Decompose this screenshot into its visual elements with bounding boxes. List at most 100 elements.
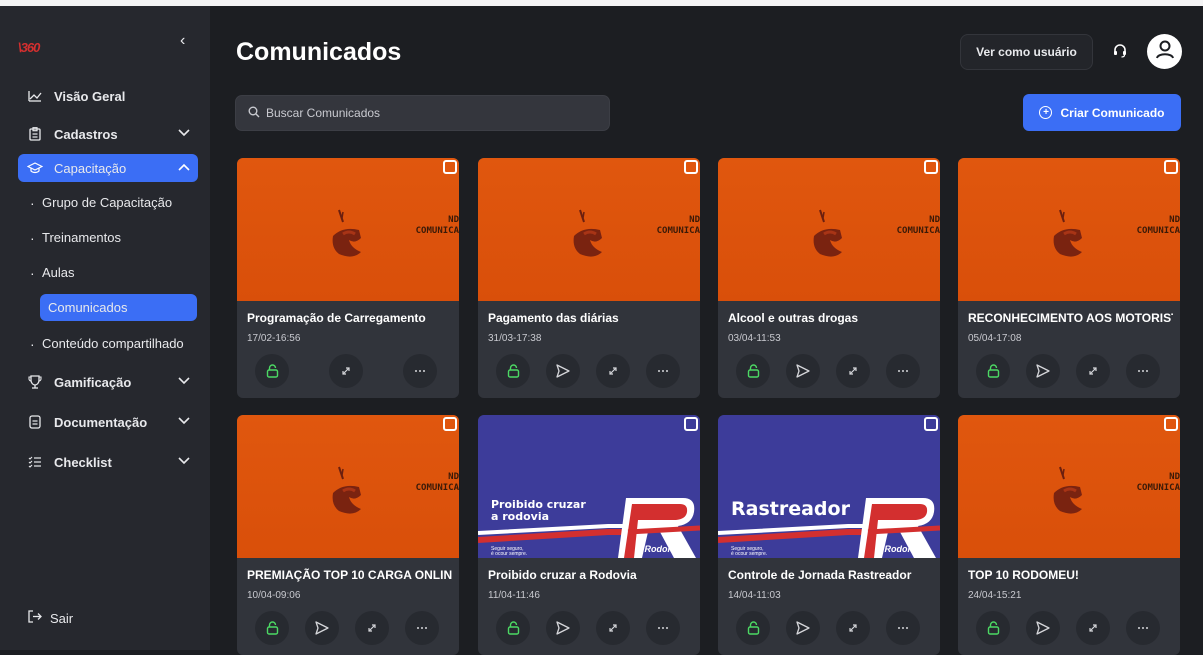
thumbnail-slogan: Seguir seguro, é ocour sempre. — [491, 546, 528, 557]
lock-button[interactable] — [976, 354, 1010, 388]
announcement-card[interactable]: ND COMUNICA Pagamento das diárias 31/03-17:… — [478, 158, 700, 398]
announcement-thumbnail[interactable]: Rastreador Seguir seguro, é ocour sempre.… — [718, 415, 940, 558]
more-button[interactable] — [405, 611, 439, 645]
expand-icon — [1087, 622, 1099, 634]
lock-button[interactable] — [736, 354, 770, 388]
sidebar-item-documentacao[interactable]: Documentação — [18, 408, 198, 436]
thumbnail-caption-nd: ND — [448, 215, 459, 225]
sidebar-item-capacitacao[interactable]: Capacitação — [18, 154, 198, 182]
expand-button[interactable] — [1076, 611, 1110, 645]
announcement-thumbnail[interactable]: Proibido cruzar a rodovia Seguir seguro, … — [478, 415, 700, 558]
view-as-user-button[interactable]: Ver como usuário — [960, 34, 1093, 70]
sidebar-subitem-comunicados[interactable]: Comunicados — [40, 294, 197, 321]
support-button[interactable] — [1105, 34, 1135, 70]
thumbnail-caption-comunica: COMUNICA — [656, 226, 700, 236]
more-button[interactable] — [886, 611, 920, 645]
announcement-date: 03/04-11:53 — [728, 333, 781, 344]
announcement-card[interactable]: ND COMUNICA PREMIAÇÃO TOP 10 CARGA ONLINE 1… — [237, 415, 459, 655]
announcement-date: 10/04-09:06 — [247, 590, 301, 601]
select-checkbox[interactable] — [684, 417, 698, 431]
more-button[interactable] — [886, 354, 920, 388]
announcement-thumbnail[interactable]: ND COMUNICA — [478, 158, 700, 301]
more-button[interactable] — [646, 611, 680, 645]
announcement-card[interactable]: ND COMUNICA TOP 10 RODOMEU! 24/04-15:21 — [958, 415, 1180, 655]
more-icon — [1137, 626, 1149, 630]
expand-button[interactable] — [596, 611, 630, 645]
sidebar-item-cadastros[interactable]: Cadastros — [18, 120, 198, 148]
announcement-thumbnail[interactable]: ND COMUNICA — [958, 415, 1180, 558]
chevron-down-icon — [178, 416, 190, 428]
sidebar-item-visao-geral[interactable]: Visão Geral — [18, 82, 198, 110]
create-announcement-button[interactable]: + Criar Comunicado — [1023, 94, 1181, 131]
announcement-card[interactable]: ND COMUNICA RECONHECIMENTO AOS MOTORIST...… — [958, 158, 1180, 398]
sidebar-item-label: Visão Geral — [54, 88, 126, 104]
more-button[interactable] — [1126, 354, 1160, 388]
announcement-card[interactable]: Proibido cruzar a rodovia Seguir seguro, … — [478, 415, 700, 655]
lock-button[interactable] — [255, 611, 289, 645]
lock-icon — [987, 364, 1000, 378]
select-checkbox[interactable] — [924, 417, 938, 431]
expand-button[interactable] — [836, 611, 870, 645]
announcement-thumbnail[interactable]: ND COMUNICA — [237, 158, 459, 301]
send-icon — [556, 621, 570, 635]
send-button[interactable] — [546, 611, 580, 645]
send-button[interactable] — [546, 354, 580, 388]
announcement-date: 31/03-17:38 — [488, 333, 542, 344]
expand-button[interactable] — [1076, 354, 1110, 388]
logout-label: Sair — [50, 610, 74, 626]
lock-button[interactable] — [736, 611, 770, 645]
sidebar-subitem-aulas[interactable]: · Aulas — [30, 259, 75, 286]
announcement-date: 17/02-16:56 — [247, 333, 301, 344]
send-icon — [796, 621, 810, 635]
announcement-card[interactable]: ND COMUNICA Alcool e outras drogas 03/04-11… — [718, 158, 940, 398]
select-checkbox[interactable] — [1164, 417, 1178, 431]
announcement-title: Programação de Carregamento — [247, 311, 426, 325]
announcement-card[interactable]: ND COMUNICA Programação de Carregamento 17/… — [237, 158, 459, 398]
send-button[interactable] — [786, 354, 820, 388]
send-icon — [796, 364, 810, 378]
send-button[interactable] — [1026, 354, 1060, 388]
bullet-icon: · — [30, 335, 35, 352]
brand-logo: \360 — [18, 40, 40, 55]
logout-button[interactable]: Sair — [28, 610, 73, 626]
search-input[interactable]: Buscar Comunicados — [235, 95, 610, 131]
send-button[interactable] — [1026, 611, 1060, 645]
announcement-thumbnail[interactable]: ND COMUNICA — [237, 415, 459, 558]
sidebar-item-gamificacao[interactable]: Gamificação — [18, 368, 198, 396]
collapse-sidebar-icon[interactable]: ‹ — [180, 32, 185, 50]
lock-button[interactable] — [496, 611, 530, 645]
sidebar-subitem-treinamentos[interactable]: · Treinamentos — [30, 224, 121, 251]
select-checkbox[interactable] — [443, 160, 457, 174]
card-actions — [496, 611, 680, 645]
more-icon — [897, 626, 909, 630]
announcement-thumbnail[interactable]: ND COMUNICA — [718, 158, 940, 301]
lock-button[interactable] — [255, 354, 289, 388]
thumbnail-caption-nd: ND — [929, 215, 940, 225]
user-avatar[interactable] — [1147, 34, 1182, 69]
lock-button[interactable] — [496, 354, 530, 388]
more-button[interactable] — [1126, 611, 1160, 645]
announcement-card[interactable]: Rastreador Seguir seguro, é ocour sempre.… — [718, 415, 940, 655]
announcement-thumbnail[interactable]: ND COMUNICA — [958, 158, 1180, 301]
expand-button[interactable] — [355, 611, 389, 645]
expand-icon — [847, 622, 859, 634]
more-button[interactable] — [403, 354, 437, 388]
sidebar-subitem-conteudo-compartilhado[interactable]: · Conteúdo compartilhado — [30, 330, 184, 357]
announcement-date: 24/04-15:21 — [968, 590, 1022, 601]
thumbnail-caption: ND COMUNICA — [657, 215, 700, 237]
expand-button[interactable] — [329, 354, 363, 388]
select-checkbox[interactable] — [1164, 160, 1178, 174]
sidebar-item-checklist[interactable]: Checklist — [18, 448, 198, 476]
announcement-date: 11/04-11:46 — [488, 590, 540, 601]
expand-button[interactable] — [596, 354, 630, 388]
select-checkbox[interactable] — [443, 417, 457, 431]
thumbnail-brand: Rodomeu — [644, 544, 687, 554]
sidebar-subitem-grupo-capacitacao[interactable]: · Grupo de Capacitação — [30, 189, 172, 216]
more-button[interactable] — [646, 354, 680, 388]
send-button[interactable] — [305, 611, 339, 645]
select-checkbox[interactable] — [684, 160, 698, 174]
select-checkbox[interactable] — [924, 160, 938, 174]
send-button[interactable] — [786, 611, 820, 645]
expand-button[interactable] — [836, 354, 870, 388]
lock-button[interactable] — [976, 611, 1010, 645]
